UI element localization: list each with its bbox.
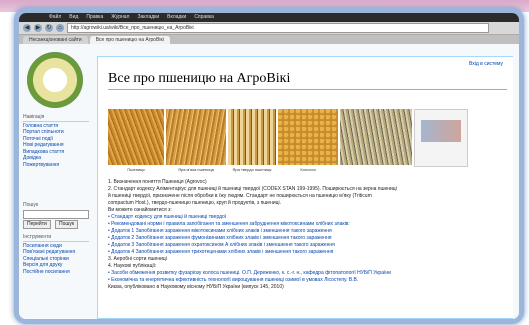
browser-menubar: Файл Вид Правка Журнал Закладки Вкладки … bbox=[19, 13, 519, 22]
nav-heading: Навігація bbox=[23, 114, 89, 122]
caption-3: Яра твердо пшениця bbox=[232, 167, 272, 172]
list-item: й пшениці твердої, призначене після обро… bbox=[108, 193, 372, 199]
link-appendix-4[interactable]: • Додаток 4 Запобігання зараження трихот… bbox=[108, 249, 505, 256]
menu-tabs[interactable]: Вкладки bbox=[167, 13, 186, 22]
login-link[interactable]: Вхід в систему bbox=[469, 61, 503, 67]
caption-2: Яра м'яка пшениця bbox=[178, 167, 214, 172]
link-appendix-2[interactable]: • Додаток 2 Запобігання зараження фумоні… bbox=[108, 235, 505, 242]
spring-wheat-image[interactable] bbox=[166, 109, 226, 165]
forward-icon[interactable]: ▶ bbox=[34, 24, 42, 32]
wheat-map-image[interactable] bbox=[414, 109, 468, 167]
page-title: Все про пшеницю на АгроВікі bbox=[108, 71, 291, 86]
caption-5 bbox=[340, 167, 412, 172]
agrowiki-logo[interactable] bbox=[27, 52, 83, 108]
list-item: 2. Стандарт кодексу Аліментаріус для пше… bbox=[108, 186, 397, 192]
sidebar-navigation: Навігація Головна стаття Портал спільнот… bbox=[23, 114, 89, 168]
menu-file[interactable]: Файл bbox=[49, 13, 61, 22]
wheat-field-image[interactable] bbox=[108, 109, 164, 165]
list-item: Києва, опубліковано в Науковому вісному … bbox=[108, 284, 284, 290]
menu-bookmarks[interactable]: Закладки bbox=[137, 13, 159, 22]
go-button[interactable]: Перейти bbox=[23, 220, 51, 229]
wheat-ears-image[interactable] bbox=[340, 109, 412, 165]
sidebar-tools: Інструменти Посилання сюди Пов'язані ред… bbox=[23, 234, 89, 275]
list-item: 1. Визначення поняття Пшениця (Agrovoc) bbox=[108, 179, 207, 185]
wheat-grain-image[interactable] bbox=[278, 109, 338, 165]
search-input[interactable] bbox=[23, 210, 89, 219]
list-item[interactable]: 3. Аеробні сорти пшениці bbox=[108, 256, 505, 263]
tool-permalink[interactable]: Постійне посилання bbox=[23, 269, 89, 276]
search-heading: Пошук bbox=[23, 202, 39, 208]
caption-1: Пшениця bbox=[127, 167, 145, 172]
link-publication-1[interactable]: • Засоби обмеження розвитку фузаріозу ко… bbox=[108, 270, 505, 277]
durum-wheat-image[interactable] bbox=[228, 109, 276, 165]
article-body: 1. Визначення поняття Пшениця (Agrovoc) … bbox=[108, 179, 505, 291]
image-gallery bbox=[108, 109, 468, 167]
browser-toolbar: ◀ ▶ ↻ ⌂ http://agrowiki.ua/wiki/Все_про_… bbox=[19, 22, 519, 35]
link-mycotoxin-rules[interactable]: • Рекомендовані норми і правила запобіга… bbox=[108, 221, 505, 228]
back-icon[interactable]: ◀ bbox=[23, 24, 31, 32]
home-icon[interactable]: ⌂ bbox=[56, 24, 64, 32]
menu-history[interactable]: Журнал bbox=[111, 13, 129, 22]
url-input[interactable]: http://agrowiki.ua/wiki/Все_про_пшеницю_… bbox=[67, 23, 489, 33]
search-button[interactable]: Пошук bbox=[55, 220, 79, 229]
wiki-page: Навігація Головна стаття Портал спільнот… bbox=[19, 44, 519, 319]
menu-view[interactable]: Вид bbox=[69, 13, 78, 22]
caption-4: Колосся bbox=[300, 167, 316, 172]
list-item: compactum Host.), твердо-пшеницю пшеницю… bbox=[108, 200, 281, 206]
link-appendix-3[interactable]: • Додаток 3 Запобігання зараження охрато… bbox=[108, 242, 505, 249]
content-area: Вхід в систему Все про пшеницю на АгроВі… bbox=[97, 56, 513, 319]
sidebar-item-donate[interactable]: Пожертвування bbox=[23, 162, 89, 169]
title-divider bbox=[108, 89, 507, 90]
link-publication-2[interactable]: • Економічна та енергетична ефективність… bbox=[108, 277, 505, 284]
menu-edit[interactable]: Правка bbox=[86, 13, 103, 22]
menu-help[interactable]: Справка bbox=[194, 13, 214, 22]
screenshot-frame: Файл Вид Правка Журнал Закладки Вкладки … bbox=[14, 8, 524, 324]
list-item: Ви можете ознайомитися з: bbox=[108, 207, 172, 213]
link-appendix-1[interactable]: • Додаток 1 Запобігання зараження мікото… bbox=[108, 228, 505, 235]
link-codex-standard[interactable]: • Стандарт кодексу для пшениці й пшениці… bbox=[108, 214, 505, 221]
tools-heading: Інструменти bbox=[23, 234, 89, 242]
gallery-captions: Пшениця Яра м'яка пшениця Яра твердо пше… bbox=[108, 167, 412, 172]
list-item: 4. Наукові публікації: bbox=[108, 263, 157, 269]
reload-icon[interactable]: ↻ bbox=[45, 24, 53, 32]
